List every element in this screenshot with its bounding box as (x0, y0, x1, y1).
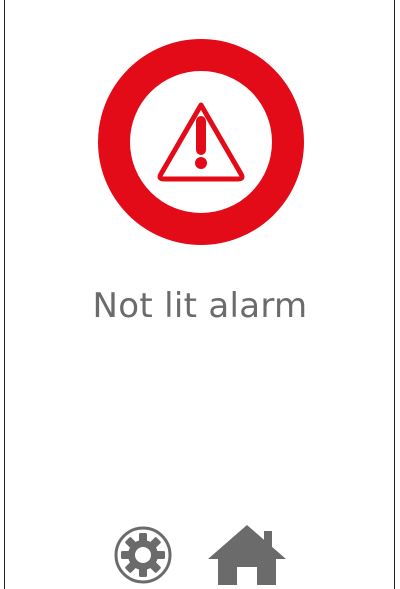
warning-icon (98, 39, 304, 245)
alarm-indicator (96, 37, 306, 247)
settings-button[interactable] (113, 525, 173, 585)
home-icon (208, 525, 286, 585)
alarm-screen: Not lit alarm (0, 0, 400, 589)
gear-icon (114, 526, 172, 584)
home-button[interactable] (206, 523, 288, 587)
alarm-message: Not lit alarm (92, 286, 308, 326)
bottom-navigation (0, 520, 400, 589)
